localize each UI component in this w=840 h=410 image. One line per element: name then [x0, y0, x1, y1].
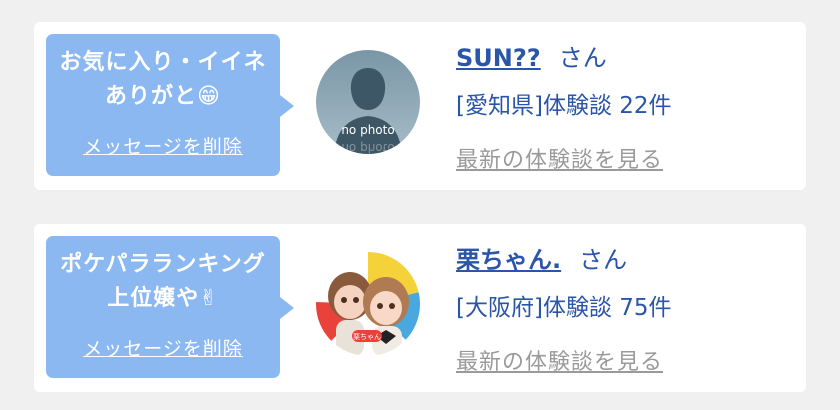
reviewer-name-link[interactable]: 栗ちゃん.: [456, 246, 561, 274]
latest-review-link[interactable]: 最新の体験談を見る: [456, 344, 663, 376]
review-card: お気に入り・イイネありがと😁 メッセージを削除 no photo no phot…: [34, 22, 806, 190]
message-bubble: ポケパラランキング上位嬢や✌ メッセージを削除: [46, 236, 294, 378]
experience-count: [大阪府]体験談 75件: [456, 295, 672, 321]
honorific: さん: [558, 44, 607, 72]
review-card: ポケパラランキング上位嬢や✌ メッセージを削除 栗ちゃん 栗ちゃん. さん [大…: [34, 224, 806, 392]
delete-message-link[interactable]: メッセージを削除: [46, 132, 280, 159]
avatar[interactable]: 栗ちゃん: [316, 252, 420, 356]
avatar[interactable]: no photo no photo: [316, 50, 420, 154]
latest-review-link[interactable]: 最新の体験談を見る: [456, 142, 663, 174]
no-photo-caption: no photo: [341, 123, 394, 137]
name-row: 栗ちゃん. さん: [456, 240, 627, 275]
message-text: ポケパラランキング上位嬢や✌: [60, 252, 266, 311]
no-photo-placeholder-icon: no photo no photo: [316, 50, 420, 154]
delete-message-link[interactable]: メッセージを削除: [46, 334, 280, 361]
experience-count: [愛知県]体験談 22件: [456, 93, 672, 119]
no-photo-reflection: no photo: [341, 141, 394, 154]
photo-name-tag: 栗ちゃん: [353, 333, 381, 341]
message-text: お気に入り・イイネありがと😁: [59, 50, 267, 109]
name-row: SUN?? さん: [456, 38, 607, 73]
profile-photo: 栗ちゃん: [316, 252, 420, 356]
honorific: さん: [579, 246, 628, 274]
reviewer-name-link[interactable]: SUN??: [456, 44, 541, 72]
message-bubble: お気に入り・イイネありがと😁 メッセージを削除: [46, 34, 294, 176]
